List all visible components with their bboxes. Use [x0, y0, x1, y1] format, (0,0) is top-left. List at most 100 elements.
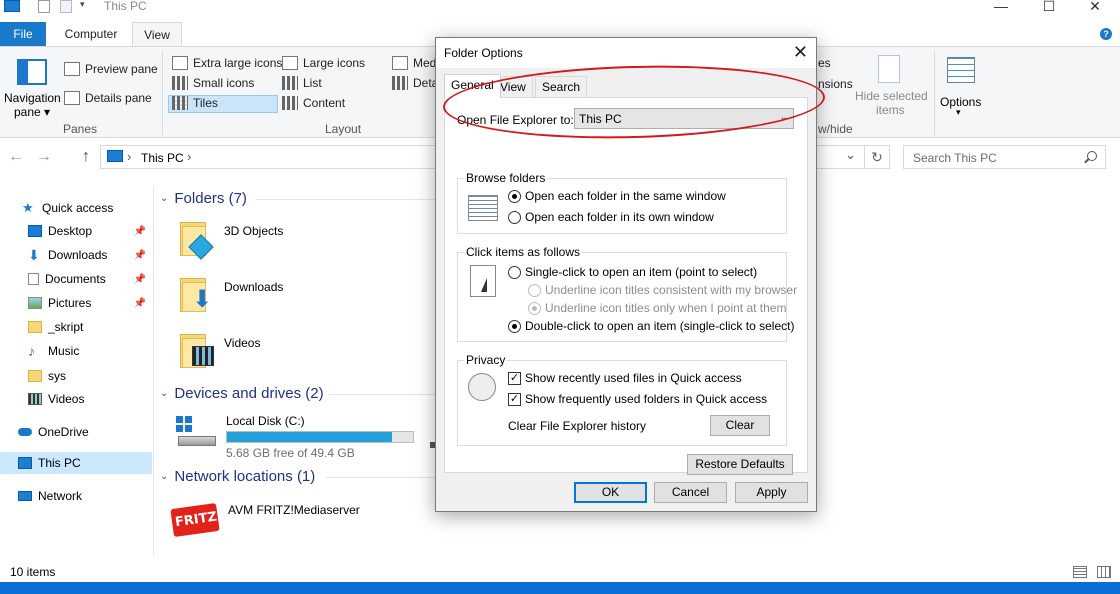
extra-large-icons-button[interactable]: Extra large icons [172, 56, 282, 70]
hard-drive-icon [174, 414, 218, 450]
list-button[interactable]: List [282, 76, 322, 90]
apply-button[interactable]: Apply [735, 482, 808, 503]
tiles-button[interactable]: Tiles [172, 96, 218, 110]
sidebar-item-pictures[interactable]: Pictures 📌 [0, 292, 152, 314]
minimize-button[interactable]: — [978, 0, 1024, 16]
sidebar-item-music[interactable]: ♪ Music [0, 340, 152, 362]
content-button[interactable]: Content [282, 96, 345, 110]
pin-icon[interactable]: 📌 [134, 226, 146, 237]
properties-icon[interactable] [38, 0, 50, 13]
large-icons-view-icon[interactable] [1097, 566, 1111, 578]
details-view-icon[interactable] [1073, 566, 1087, 578]
small-icons-button[interactable]: Small icons [172, 76, 254, 90]
content-label: Content [303, 96, 346, 110]
desktop-icon [28, 225, 42, 237]
search-input[interactable]: Search This PC [903, 145, 1106, 169]
sidebar-item-this-pc[interactable]: This PC [0, 452, 152, 474]
sidebar-item-desktop[interactable]: Desktop 📌 [0, 220, 152, 242]
forward-arrow-icon[interactable]: → [36, 148, 52, 166]
radio-single-click[interactable]: Single-click to open an item (point to s… [508, 265, 757, 279]
close-button[interactable]: ✕ [1072, 0, 1118, 16]
music-note-icon: ♪ [28, 343, 35, 359]
refresh-button[interactable]: ↻ [864, 145, 890, 169]
clear-history-button[interactable]: Clear [710, 415, 770, 436]
tab-view[interactable]: View [132, 22, 182, 46]
ok-button[interactable]: OK [574, 482, 647, 503]
download-arrow-icon: ⬇ [28, 247, 40, 263]
address-dropdown-icon[interactable]: ⌄ [845, 147, 856, 163]
sidebar-item-videos[interactable]: Videos [0, 388, 152, 410]
folder-name: 3D Objects [224, 224, 284, 238]
network-item-fritz[interactable]: FRITZ! AVM FRITZ!Mediaserver [170, 500, 360, 540]
maximize-button[interactable]: ☐ [1026, 0, 1072, 16]
tab-general[interactable]: General [444, 74, 501, 98]
navigation-pane-label-2: pane ▾ [14, 105, 51, 119]
radio-own-window[interactable]: Open each folder in its own window [508, 210, 714, 224]
tiles-icon [172, 96, 188, 110]
details-button[interactable]: Deta [392, 76, 438, 90]
sidebar-item-sys[interactable]: sys [0, 365, 152, 387]
sidebar-item-quick-access[interactable]: ★ Quick access [0, 197, 152, 219]
sidebar-item-skript[interactable]: _skript [0, 316, 152, 338]
pin-icon[interactable]: 📌 [134, 298, 146, 309]
details-pane-button[interactable]: Details pane [64, 91, 152, 105]
hide-selected-label: Hide selected [855, 89, 928, 103]
radio-double-click[interactable]: Double-click to open an item (single-cli… [508, 319, 794, 333]
dialog-titlebar: Folder Options ✕ [436, 38, 816, 68]
radio-underline-point[interactable]: Underline icon titles only when I point … [528, 301, 786, 315]
checkbox-recent-files[interactable]: ✓ Show recently used files in Quick acce… [508, 371, 742, 385]
folders-group-header[interactable]: ⌄ Folders (7) [160, 190, 247, 207]
sidebar-item-downloads[interactable]: ⬇ Downloads 📌 [0, 244, 152, 266]
tab-file[interactable]: File [0, 22, 46, 46]
large-icons-button[interactable]: Large icons [282, 56, 365, 70]
radio-underline-consistent[interactable]: Underline icon titles consistent with my… [528, 283, 797, 297]
tab-computer[interactable]: Computer [52, 22, 130, 46]
checkbox-indicator: ✓ [508, 392, 521, 406]
customize-toolbar-chevron-icon[interactable]: ▾ [80, 0, 85, 13]
sidebar-item-network[interactable]: Network [0, 485, 152, 507]
chevron-down-icon: ⌄ [160, 193, 169, 204]
videos-folder-icon [178, 330, 216, 370]
privacy-clock-illustration-icon [468, 373, 496, 401]
preview-pane-button[interactable]: Preview pane [64, 62, 158, 76]
folder-3d-objects[interactable]: 3D Objects [178, 218, 284, 260]
pin-icon[interactable]: 📌 [134, 250, 146, 261]
up-arrow-icon[interactable]: ↑ [82, 148, 90, 166]
checkbox-indicator: ✓ [508, 371, 521, 385]
restore-defaults-button[interactable]: Restore Defaults [687, 454, 793, 475]
star-icon: ★ [22, 200, 34, 215]
hide-selected-items-button[interactable]: Hide selected items [852, 53, 928, 117]
dialog-close-icon[interactable]: ✕ [793, 42, 808, 63]
sidebar-item-onedrive[interactable]: OneDrive [0, 421, 152, 443]
checkbox-frequent-folders[interactable]: ✓ Show frequently used folders in Quick … [508, 392, 767, 406]
cancel-button[interactable]: Cancel [654, 482, 727, 503]
address-chevron-icon[interactable]: › [127, 149, 131, 164]
sidebar-item-label: Pictures [48, 296, 92, 310]
breadcrumb-chevron-icon[interactable]: › [187, 149, 191, 164]
devices-group-header[interactable]: ⌄ Devices and drives (2) [160, 385, 324, 402]
navigation-pane-button[interactable]: Navigation pane ▾ [4, 55, 61, 119]
group-divider [256, 199, 436, 200]
ribbon-separator [934, 51, 935, 135]
tab-search[interactable]: Search [535, 76, 588, 97]
drive-local-disk-c[interactable]: Local Disk (C:) 5.68 GB free of 49.4 GB [174, 414, 414, 460]
options-button[interactable]: Options ▾ [938, 53, 984, 119]
folder-name: Videos [224, 336, 261, 350]
computer-icon[interactable] [4, 0, 20, 12]
radio-indicator [508, 210, 521, 224]
click-items-group: Click items as follows Single-click to o… [457, 245, 797, 342]
folder-videos[interactable]: Videos [178, 330, 260, 370]
extra-large-icons-label: Extra large icons [193, 56, 283, 70]
sidebar-item-documents[interactable]: Documents 📌 [0, 268, 152, 290]
pin-icon[interactable]: 📌 [134, 274, 146, 285]
new-folder-icon[interactable] [60, 0, 72, 13]
3d-objects-folder-icon [178, 218, 216, 260]
documents-icon [28, 273, 39, 285]
medium-icons-button[interactable]: Med [392, 56, 436, 70]
back-arrow-icon[interactable]: ← [8, 148, 24, 166]
help-icon[interactable]: ? [1100, 28, 1112, 40]
network-group-header[interactable]: ⌄ Network locations (1) [160, 468, 315, 485]
open-explorer-dropdown[interactable]: This PC ⌄ [574, 108, 794, 129]
radio-same-window[interactable]: Open each folder in the same window [508, 189, 726, 203]
folder-downloads[interactable]: ⬇ Downloads [178, 274, 283, 314]
